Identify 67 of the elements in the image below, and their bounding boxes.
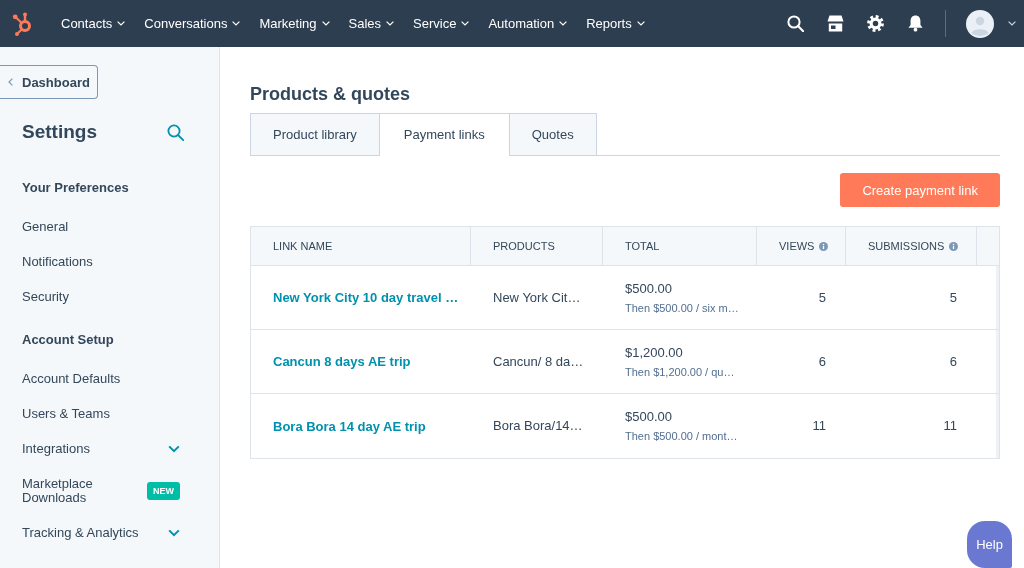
caret-icon <box>559 21 568 26</box>
table-cell: 11 <box>943 418 957 434</box>
label-badge: NEW <box>147 481 180 500</box>
tab[interactable]: Quotes <box>508 113 597 155</box>
sidebar-item[interactable]: General <box>0 209 219 244</box>
sidebar-item[interactable]: Account Defaults <box>0 361 219 396</box>
nav-menu[interactable]: Contacts <box>61 15 126 32</box>
sidebar-item[interactable]: Marketplace Downloads NEW <box>0 466 219 515</box>
table-cell: New York Cit… <box>493 289 581 306</box>
table-cell: 6 <box>818 353 826 370</box>
table-cell: 5 <box>818 289 826 306</box>
billing-detail: Then $500.00 / six m… <box>625 301 739 315</box>
column-header[interactable]: SUBMISSIONS <box>868 240 945 252</box>
payment-link[interactable]: Cancun 8 days AE trip <box>273 354 411 369</box>
caret-icon <box>232 21 241 26</box>
store-icon[interactable] <box>827 15 844 32</box>
billing-detail: Then $1,200.00 / qu… <box>625 365 735 379</box>
sprocket-logo-icon[interactable] <box>12 10 33 37</box>
sidebar-item[interactable]: Security <box>0 279 219 314</box>
tab[interactable]: Product library <box>250 113 380 155</box>
info-icon[interactable] <box>949 241 959 251</box>
help-button[interactable]: Help <box>967 521 1012 568</box>
nav-menu[interactable]: Conversations <box>144 15 241 32</box>
nav-menu[interactable]: Sales <box>348 15 395 32</box>
billing-detail: Then $500.00 / mont… <box>625 430 738 443</box>
nav-menu[interactable]: Marketing <box>259 15 330 32</box>
chevron-down-icon <box>168 444 180 453</box>
sidebar-title: Settings <box>22 120 97 144</box>
back-button[interactable]: Dashboard <box>0 65 98 99</box>
section-heading: Your Preferences <box>21 178 130 197</box>
section-heading: Account Setup <box>21 330 115 349</box>
payment-link[interactable]: Bora Bora 14 day AE trip <box>273 418 426 434</box>
caret-icon[interactable] <box>1008 21 1016 26</box>
nav-menu[interactable]: Reports <box>586 15 645 32</box>
table-cell: Cancun/ 8 da… <box>493 353 584 370</box>
total-amount: $500.00 <box>625 409 672 425</box>
column-header[interactable]: LINK NAME <box>273 240 333 252</box>
info-icon[interactable] <box>819 241 829 251</box>
total-amount: $500.00 <box>625 280 672 297</box>
sidebar-item[interactable]: Tracking & Analytics <box>0 515 219 550</box>
nav-menu[interactable]: Automation <box>488 15 568 32</box>
caret-icon <box>461 21 470 26</box>
search-icon[interactable] <box>787 15 804 32</box>
avatar-icon[interactable] <box>966 9 994 38</box>
column-header[interactable]: TOTAL <box>625 240 660 252</box>
table-cell: Bora Bora/14… <box>493 418 583 434</box>
total-amount: $1,200.00 <box>625 344 683 361</box>
sidebar-item[interactable]: Users & Teams <box>0 396 219 431</box>
sidebar-item[interactable]: Integrations <box>0 431 219 466</box>
tab[interactable]: Payment links <box>378 113 510 156</box>
chevron-down-icon <box>168 528 180 537</box>
caret-icon <box>321 21 330 26</box>
chevron-left-icon <box>8 78 13 86</box>
payment-link[interactable]: New York City 10 day travel … <box>273 290 459 305</box>
column-header[interactable]: PRODUCTS <box>493 240 555 252</box>
caret-icon <box>117 21 126 26</box>
nav-menu[interactable]: Service <box>413 15 470 32</box>
caret-icon <box>636 21 645 26</box>
sidebar-item[interactable]: Notifications <box>0 244 219 279</box>
column-header[interactable]: VIEWS <box>779 240 815 252</box>
page-title: Products & quotes <box>250 83 411 105</box>
table-cell: 5 <box>949 289 957 306</box>
table-cell: 6 <box>949 353 957 370</box>
settings-icon[interactable] <box>867 15 884 32</box>
caret-icon <box>386 21 395 26</box>
table-cell: 11 <box>812 418 826 434</box>
bell-icon[interactable] <box>907 15 924 32</box>
